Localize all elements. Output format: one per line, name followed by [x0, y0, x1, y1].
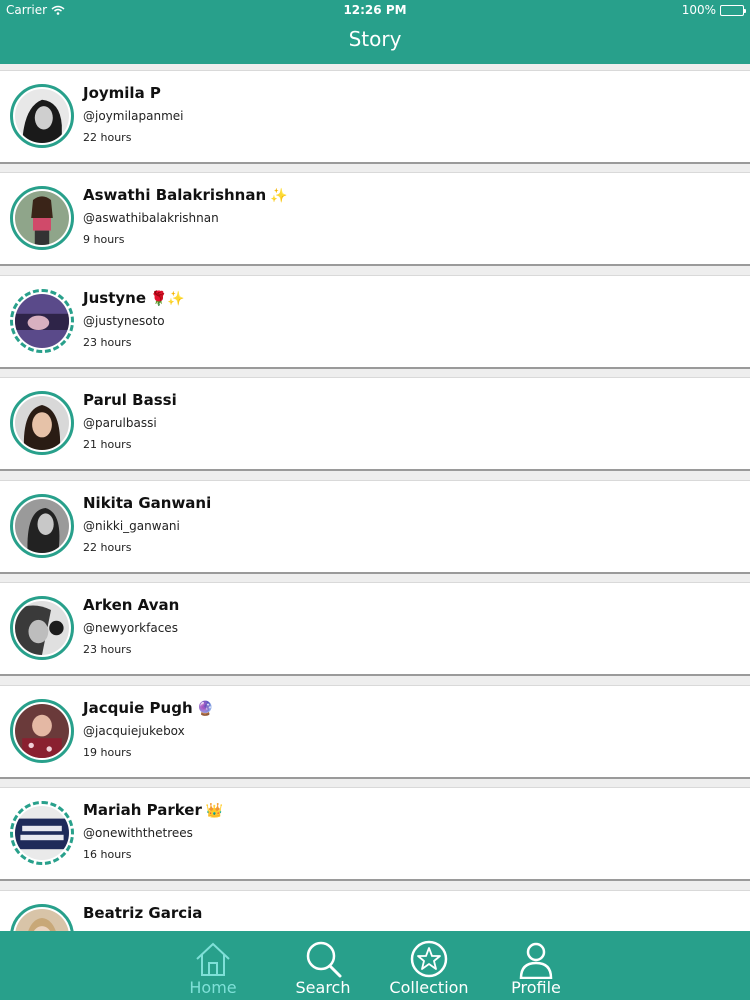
story-item[interactable]: Joymila P @joymilapanmei 22 hours [0, 70, 750, 164]
story-handle: @newyorkfaces [83, 621, 178, 635]
story-handle: @onewiththetrees [83, 826, 193, 840]
story-name-text: Joymila P [83, 84, 161, 102]
story-time: 19 hours [83, 746, 132, 759]
story-name-text: Nikita Ganwani [83, 494, 212, 512]
tab-profile[interactable]: Profile [481, 931, 591, 1000]
story-emoji: 🌹✨ [150, 291, 185, 307]
story-name: Justyne 🌹✨ [83, 289, 185, 307]
story-name: Joymila P [83, 84, 165, 102]
story-ring [10, 84, 74, 148]
search-icon [306, 941, 342, 978]
story-ring [10, 699, 74, 763]
avatar[interactable] [15, 499, 69, 553]
story-handle: @jacquiejukebox [83, 724, 185, 738]
avatar[interactable] [15, 396, 69, 450]
star-icon [410, 940, 448, 978]
tab-search[interactable]: Search [268, 931, 378, 1000]
story-time: 16 hours [83, 848, 132, 861]
story-emoji: ✨ [270, 188, 288, 204]
story-ring [10, 801, 74, 865]
avatar[interactable] [15, 89, 69, 143]
tab-home[interactable]: Home [158, 931, 268, 1000]
story-name-text: Justyne [83, 289, 146, 307]
story-name-text: Mariah Parker [83, 801, 202, 819]
avatar[interactable] [15, 294, 69, 348]
avatar[interactable] [15, 704, 69, 758]
story-name: Jacquie Pugh 🔮 [83, 699, 214, 717]
story-emoji: 👑 [205, 803, 224, 819]
story-name: Parul Bassi [83, 391, 181, 409]
story-emoji: 🔮 [196, 701, 215, 717]
battery-percent: 100% [681, 3, 716, 17]
story-name: Arken Avan [83, 596, 183, 614]
tab-collection[interactable]: Collection [374, 931, 484, 1000]
story-ring [10, 904, 74, 931]
story-handle: @joymilapanmei [83, 109, 184, 123]
story-item[interactable]: Nikita Ganwani @nikki_ganwani 22 hours [0, 480, 750, 574]
tab-bar: Home Search Collection Profile [0, 931, 750, 1000]
profile-icon [519, 942, 553, 979]
tab-profile-label: Profile [511, 978, 561, 997]
avatar[interactable] [15, 191, 69, 245]
story-ring [10, 596, 74, 660]
story-name-text: Jacquie Pugh [83, 699, 193, 717]
story-item[interactable]: Jacquie Pugh 🔮 @jacquiejukebox 19 hours [0, 685, 750, 779]
story-time: 22 hours [83, 131, 132, 144]
avatar[interactable] [15, 806, 69, 860]
battery-icon [720, 4, 746, 16]
story-time: 9 hours [83, 233, 125, 246]
page-title: Story [348, 27, 402, 51]
tab-search-label: Search [295, 978, 351, 997]
status-right: 100% [681, 3, 746, 17]
story-item[interactable]: Mariah Parker 👑 @onewiththetrees 16 hours [0, 787, 750, 881]
story-ring [10, 391, 74, 455]
story-handle: @parulbassi [83, 416, 157, 430]
avatar[interactable] [15, 601, 69, 655]
home-icon [196, 942, 230, 976]
story-handle: @justynesoto [83, 314, 165, 328]
tab-collection-label: Collection [389, 978, 469, 997]
story-handle: @aswathibalakrishnan [83, 211, 219, 225]
story-list[interactable]: Joymila P @joymilapanmei 22 hours Aswath… [0, 64, 750, 931]
status-time: 12:26 PM [343, 3, 407, 17]
story-name-text: Aswathi Balakrishnan [83, 186, 267, 204]
story-time: 21 hours [83, 438, 132, 451]
story-name-text: Parul Bassi [83, 391, 177, 409]
story-time: 23 hours [83, 643, 132, 656]
story-item[interactable]: Arken Avan @newyorkfaces 23 hours [0, 582, 750, 676]
story-time: 22 hours [83, 541, 132, 554]
story-ring [10, 289, 74, 353]
story-ring [10, 186, 74, 250]
story-name: Beatriz Garcia [83, 904, 206, 922]
avatar[interactable] [15, 909, 69, 931]
tab-home-label: Home [189, 978, 237, 997]
story-time: 23 hours [83, 336, 132, 349]
app-header: Carrier 12:26 PM 100% Story [0, 0, 750, 64]
story-name-text: Arken Avan [83, 596, 180, 614]
story-item[interactable]: Beatriz Garcia [0, 890, 750, 931]
story-name: Nikita Ganwani [83, 494, 215, 512]
status-bar: Carrier 12:26 PM 100% [0, 0, 750, 20]
story-handle: @nikki_ganwani [83, 519, 180, 533]
story-item[interactable]: Justyne 🌹✨ @justynesoto 23 hours [0, 275, 750, 369]
story-item[interactable]: Aswathi Balakrishnan ✨ @aswathibalakrishn… [0, 172, 750, 266]
story-name: Mariah Parker 👑 [83, 801, 223, 819]
story-name: Aswathi Balakrishnan ✨ [83, 186, 288, 204]
story-item[interactable]: Parul Bassi @parulbassi 21 hours [0, 377, 750, 471]
story-name-text: Beatriz Garcia [83, 904, 203, 922]
story-ring [10, 494, 74, 558]
